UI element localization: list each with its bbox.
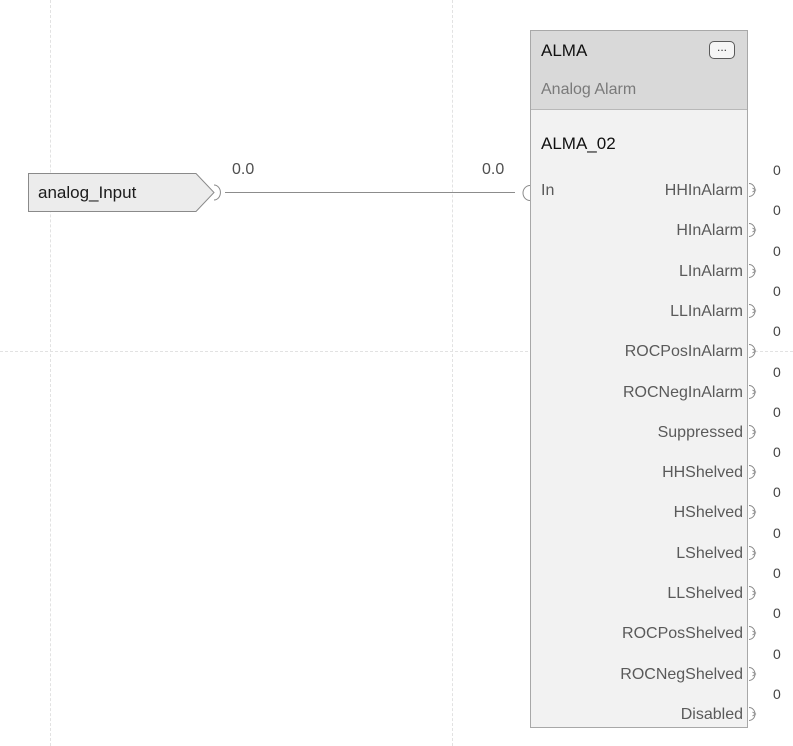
output-label: ROCPosShelved	[622, 625, 743, 643]
output-label: ROCPosInAlarm	[624, 343, 743, 361]
output-value: 0	[773, 565, 781, 581]
output-value: 0	[773, 363, 781, 380]
output-label: LLShelved	[667, 585, 743, 602]
output-label: HHInAlarm	[664, 182, 743, 199]
input-reference-tag: analog_Input	[38, 183, 137, 202]
output-pin[interactable]	[748, 223, 762, 238]
grid-line-vertical	[452, 0, 453, 746]
output-label: ROCNegInAlarm	[622, 383, 743, 401]
output-pin[interactable]	[748, 465, 762, 480]
grid-line-vertical	[50, 0, 51, 746]
output-pin[interactable]	[748, 586, 762, 600]
output-pin[interactable]	[748, 505, 762, 520]
output-value: 0	[773, 524, 781, 541]
output-value: 0	[773, 685, 781, 702]
output-label: HHShelved	[662, 464, 743, 482]
output-label: Suppressed	[657, 423, 743, 441]
block-description: Analog Alarm	[541, 81, 637, 98]
block-header: ALMA Analog Alarm ...	[531, 31, 747, 110]
output-value: 0	[773, 645, 781, 662]
output-pin[interactable]	[748, 344, 762, 359]
output-value: 0	[773, 242, 781, 259]
block-type-label: ALMA	[541, 41, 588, 60]
output-value: 0	[773, 605, 781, 622]
output-label: HShelved	[673, 504, 743, 522]
output-pin[interactable]	[748, 545, 762, 560]
block-properties-button[interactable]: ...	[709, 41, 735, 59]
output-value: 0	[773, 444, 781, 461]
output-label: ROCNegShelved	[620, 665, 743, 683]
output-label: Disabled	[680, 705, 743, 723]
output-pin[interactable]	[748, 706, 762, 721]
alma-function-block[interactable]: ALMA Analog Alarm ... ALMA_02 In HHInAla…	[530, 30, 748, 728]
output-label: LLInAlarm	[670, 302, 743, 320]
output-label: LShelved	[676, 544, 743, 562]
output-pin[interactable]	[748, 666, 762, 681]
output-label: LInAlarm	[678, 262, 743, 280]
output-value: 0	[773, 484, 781, 501]
output-value: 0	[773, 403, 781, 420]
output-pin[interactable]	[748, 183, 762, 197]
output-pin[interactable]	[748, 626, 762, 641]
output-value: 0	[773, 323, 781, 340]
output-pin[interactable]	[748, 303, 762, 318]
output-pin[interactable]	[748, 263, 762, 278]
wire-source-value: 0.0	[232, 161, 255, 178]
output-pin[interactable]	[748, 424, 762, 439]
output-label: HInAlarm	[676, 222, 743, 240]
output-value: 0	[773, 202, 781, 219]
wire-connection[interactable]	[225, 192, 515, 193]
block-tag-name: ALMA_02	[541, 134, 616, 153]
input-reference-analog-input[interactable]: analog_Input	[28, 173, 228, 213]
input-pin-in[interactable]	[510, 185, 532, 201]
wire-dest-value: 0.0	[482, 161, 505, 178]
input-label-in: In	[541, 182, 555, 199]
output-value: 0	[773, 162, 781, 178]
output-value: 0	[773, 282, 781, 299]
output-pin[interactable]	[748, 384, 762, 399]
